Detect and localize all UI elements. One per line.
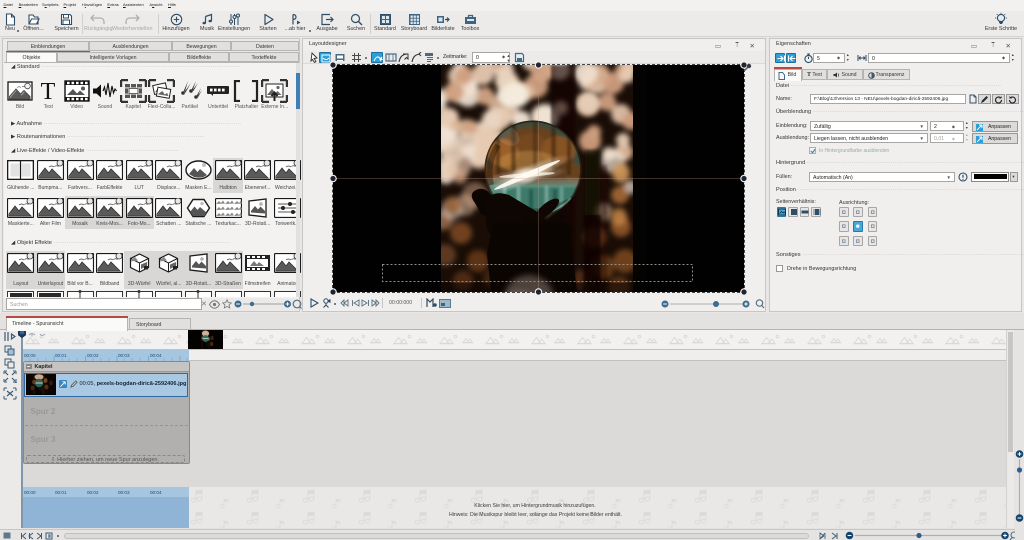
svg-text:T: T: [41, 80, 56, 102]
